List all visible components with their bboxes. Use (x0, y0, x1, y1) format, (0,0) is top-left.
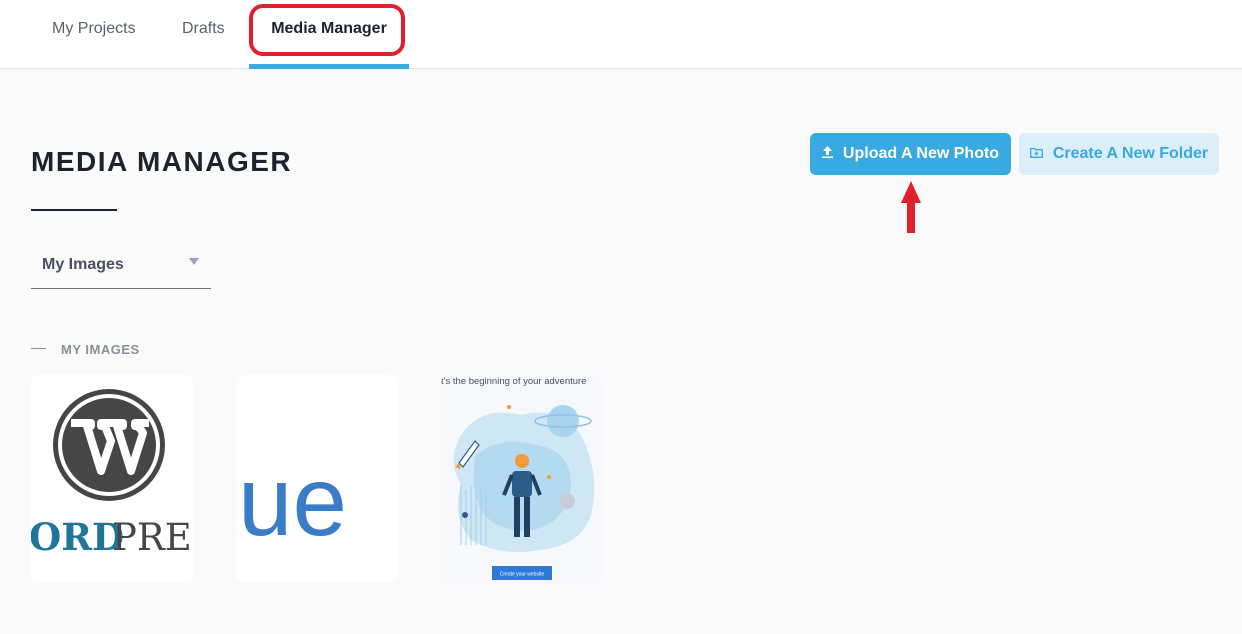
image-thumbnail-adventure[interactable]: t's the beginning of your adventure Crea… (441, 375, 603, 583)
image-thumbnail-wordpress[interactable]: ORD PRE (31, 375, 193, 583)
chevron-down-icon (189, 258, 199, 265)
title-underline (31, 209, 117, 211)
page-title: MEDIA MANAGER (31, 146, 293, 177)
wordpress-wordmark: ORD (31, 515, 124, 559)
upload-icon (821, 145, 833, 163)
upload-photo-button[interactable]: Upload A New Photo (810, 133, 1011, 175)
section-divider (31, 348, 46, 349)
image-thumbnail-ue[interactable]: ue (236, 375, 398, 583)
section-label: MY IMAGES (61, 342, 140, 357)
wordpress-wordmark-suffix: PRE (112, 516, 192, 559)
active-tab-indicator (249, 64, 409, 69)
wordpress-logo-image: ORD PRE (31, 389, 192, 559)
annotation-arrow (901, 181, 921, 233)
ue-logo-image: ue (238, 446, 347, 556)
ue-text: ue (238, 446, 347, 556)
illustration-cta-text: Create your website (500, 572, 545, 578)
folder-plus-icon (1029, 145, 1043, 163)
upload-photo-label: Upload A New Photo (842, 145, 1000, 162)
adventure-illustration-image: t's the beginning of your adventure Crea… (441, 375, 603, 583)
create-folder-label: Create A New Folder (1052, 145, 1209, 162)
create-folder-button[interactable]: Create A New Folder (1019, 133, 1219, 175)
illustration-caption: t's the beginning of your adventure (441, 376, 586, 387)
tab-my-projects[interactable]: My Projects (52, 0, 136, 57)
top-navigation: My Projects Drafts Media Manager (0, 0, 1242, 69)
annotation-highlight-oval (249, 4, 405, 56)
dropdown-selected-value: My Images (42, 256, 124, 273)
image-source-dropdown[interactable]: My Images (31, 244, 211, 289)
tab-drafts[interactable]: Drafts (182, 0, 225, 57)
